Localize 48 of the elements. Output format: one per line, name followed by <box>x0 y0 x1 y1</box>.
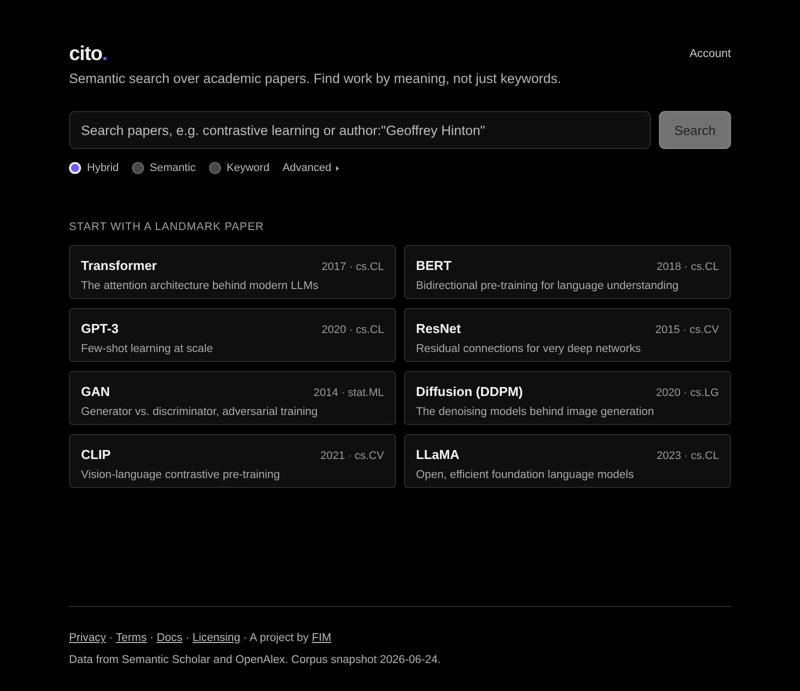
paper-description: Vision-language contrastive pre-training <box>81 468 281 483</box>
paper-title: GAN <box>81 383 110 400</box>
tagline: Semantic search over academic papers. Find work by meaning, not just keywords. <box>69 70 562 88</box>
paper-card[interactable]: ResNet 2015 · cs.CV Residual connections for very deep networks <box>404 308 731 362</box>
section-heading: START WITH A LANDMARK PAPER <box>69 220 266 234</box>
search-field[interactable]: Search papers, e.g. contrastive learning or author:"Geoffrey Hinton" <box>69 111 651 149</box>
footer-link[interactable]: Privacy <box>69 632 106 644</box>
footer-link[interactable]: Terms <box>116 632 147 644</box>
paper-description: Residual connections for very deep networks <box>416 342 642 357</box>
paper-meta: 2018 · cs.CL <box>656 260 719 275</box>
paper-card[interactable]: GAN 2014 · stat.ML Generator vs. discriminator, adversarial training <box>69 371 396 425</box>
advanced-toggle[interactable]: Advanced <box>282 162 340 174</box>
paper-title: BERT <box>416 257 452 274</box>
footer-links: Privacy · Terms · Docs · Licensing · A project by FIM <box>69 631 332 646</box>
data-source-note: Data from Semantic Scholar and OpenAlex. Corpus snapshot 2026-06-24. <box>69 653 442 668</box>
paper-description: Open, efficient foundation language models <box>416 468 635 483</box>
search-mode-radio[interactable]: Hybrid <box>69 162 119 174</box>
paper-meta: 2020 · cs.CL <box>322 323 384 338</box>
paper-meta: 2020 · cs.LG <box>656 386 719 401</box>
footer-link[interactable]: FIM <box>312 632 332 644</box>
paper-description: The denoising models behind image generation <box>416 405 656 420</box>
paper-card[interactable]: Diffusion (DDPM) 2020 · cs.LG The denoising models behind image generation <box>404 371 731 425</box>
paper-description: Generator vs. discriminator, adversarial training <box>81 405 319 420</box>
logo[interactable]: cito. <box>69 42 108 66</box>
paper-card[interactable]: CLIP 2021 · cs.CV Vision-language contrastive pre-training <box>69 434 396 488</box>
paper-meta: 2014 · stat.ML <box>314 386 384 401</box>
paper-meta: 2017 · cs.CL <box>322 260 384 275</box>
paper-meta: 2021 · cs.CV <box>320 449 384 464</box>
search-mode-radio[interactable]: Semantic <box>132 162 196 174</box>
paper-card[interactable]: LLaMA 2023 · cs.CL Open, efficient foundation language models <box>404 434 731 488</box>
paper-card[interactable]: GPT-3 2020 · cs.CL Few-shot learning at scale <box>69 308 396 362</box>
paper-description: Few-shot learning at scale <box>81 342 214 357</box>
paper-title: Diffusion (DDPM) <box>416 383 523 400</box>
paper-title: CLIP <box>81 446 111 463</box>
paper-title: LLaMA <box>416 446 460 463</box>
account-link[interactable]: Account <box>689 48 731 60</box>
paper-description: Bidirectional pre-training for language understanding <box>416 279 680 294</box>
paper-card[interactable]: BERT 2018 · cs.CL Bidirectional pre-training for language understanding <box>404 245 731 299</box>
paper-title: Transformer <box>81 257 157 274</box>
paper-card[interactable]: Transformer 2017 · cs.CL The attention architecture behind modern LLMs <box>69 245 396 299</box>
paper-meta: 2015 · cs.CV <box>655 323 719 338</box>
paper-meta: 2023 · cs.CL <box>656 449 719 464</box>
search-mode-radio[interactable]: Keyword <box>208 162 270 174</box>
footer-link[interactable]: Licensing <box>192 632 240 644</box>
paper-title: GPT-3 <box>81 320 119 337</box>
paper-title: ResNet <box>416 320 461 337</box>
paper-description: The attention architecture behind modern LLMs <box>81 279 320 294</box>
footer-link[interactable]: Docs <box>156 632 182 644</box>
